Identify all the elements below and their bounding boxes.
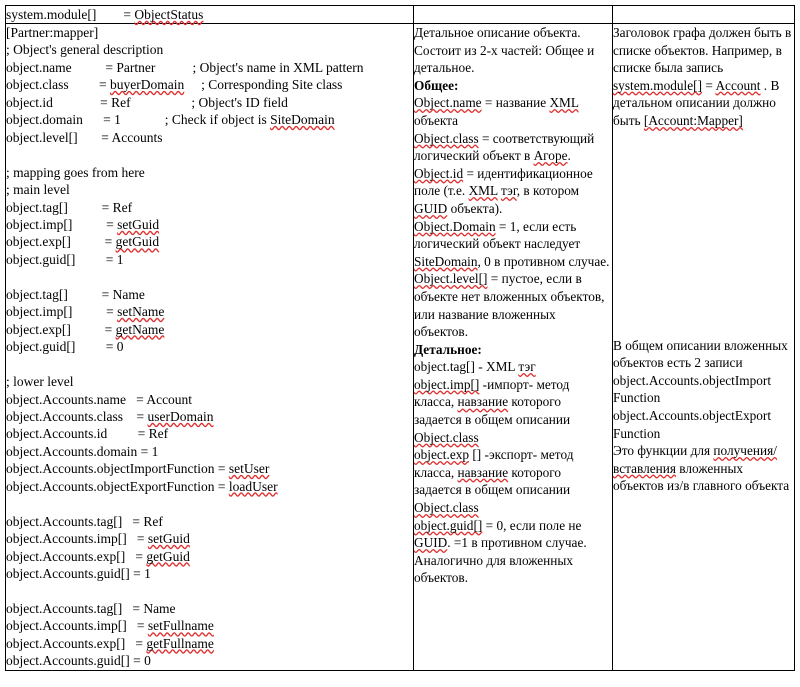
note-top: Заголовок графа должен быть в списке объ… [613,25,792,128]
detail-item: Аналогично для вложенных объектов. [414,552,573,586]
note-entry: object.Accounts.objectExport Function [613,407,772,441]
code-line: object.Accounts.class = userDomain [6,408,214,424]
header-cell-spec: system.module[] = ObjectStatus [5,5,414,24]
detail-item: Object.Domain = 1, если есть логический … [414,218,610,269]
code-line: ; Object's general description [6,42,164,58]
code-line: object.imp[] = setName [6,304,165,320]
header-cell-empty-middle [413,5,613,24]
code-line: ; main level [6,182,70,198]
code-line: object.Accounts.objectImportFunction = s… [6,461,270,477]
note-lower-outro: Это функции для получения/вставления вло… [613,443,790,494]
code-line: ; lower level [6,374,74,390]
code-line: object.exp[] = getGuid [6,234,160,250]
detail-item: Object.id = идентификационное поле (т.е.… [414,165,593,216]
note-entry: object.Accounts.objectImport Function [613,372,772,406]
detail-item: object.tag[] - XML тэг [414,359,536,375]
code-line: object.imp[] = setGuid [6,216,160,232]
detail-intro: Детальное описание объекта. Состоит из 2… [414,25,595,76]
code-line: object.Accounts.exp[] = getFullname [6,635,214,651]
code-line: object.Accounts.tag[] = Name [6,600,176,616]
code-line: object.Accounts.guid[] = 0 [6,653,151,669]
detail-item: object.exp [] -экспорт- метод класса, на… [414,447,574,516]
code-line: object.Accounts.domain = 1 [6,443,159,459]
code-line: object.name = Partner ; Object's name in… [6,59,364,75]
code-line: object.id = Ref ; Object's ID field [6,94,288,110]
code-line: [Partner:mapper] [6,25,99,40]
spec-key: system.module[] [6,7,97,22]
code-line: object.tag[] = Name [6,286,145,302]
spec-gap: = [96,7,135,22]
header-cell-empty-right [612,5,795,24]
spec-value: ObjectStatus [134,7,204,22]
code-line: object.class = buyerDomain ; Correspondi… [6,77,343,93]
code-line: object.Accounts.imp[] = setFullname [6,618,214,634]
detail-item: Object.name = название XML объекта [414,95,579,128]
detail-item: object.guid[] = 0, если поле не GUID. =1… [414,517,587,551]
table-header-row: system.module[] = ObjectStatus [5,5,795,24]
code-line: object.domain = 1 ; Check if object is S… [6,112,335,128]
code-line: object.Accounts.objectExportFunction = l… [6,478,278,494]
note-lower-intro: В общем описании вложенных объектов есть… [613,337,788,371]
code-line: object.guid[] = 1 [6,251,124,267]
detail-heading-detailed: Детальное: [414,341,482,357]
code-line: object.Accounts.imp[] = setGuid [6,531,190,547]
config-listing: [Partner:mapper] ; Object's general descr… [6,24,413,670]
detail-heading-general: Общее: [414,77,459,93]
config-listing-cell: [Partner:mapper] ; Object's general descr… [5,23,414,671]
detail-item: Object.level[] = пустое, если в объекте … [414,271,605,340]
code-line: object.exp[] = getName [6,321,165,337]
code-line: object.level[] = Accounts [6,129,163,145]
code-line: object.Accounts.tag[] = Ref [6,513,163,529]
notes-cell: Заголовок графа должен быть в списке объ… [612,23,795,671]
code-line: object.guid[] = 0 [6,339,124,355]
detailed-description-cell: Детальное описание объекта. Состоит из 2… [413,23,613,671]
table-body-row: [Partner:mapper] ; Object's general descr… [5,23,795,671]
code-line: object.Accounts.guid[] = 1 [6,566,151,582]
detail-item: Object.class = соответствующий логически… [414,130,595,164]
code-line: ; mapping goes from here [6,164,145,180]
code-line: object.Accounts.exp[] = getGuid [6,548,190,564]
code-line: object.tag[] = Ref [6,199,133,215]
spec-line: system.module[] = ObjectStatus [6,6,413,23]
documentation-table: system.module[] = ObjectStatus [Partner:… [5,5,795,671]
detailed-description: Детальное описание объекта. Состоит из 2… [414,24,612,587]
detail-item: object.imp[] -импорт- метод класса, навз… [414,376,571,445]
code-line: object.Accounts.id = Ref [6,426,169,442]
notes: Заголовок графа должен быть в списке объ… [613,24,794,495]
code-line: object.Accounts.name = Account [6,391,193,407]
